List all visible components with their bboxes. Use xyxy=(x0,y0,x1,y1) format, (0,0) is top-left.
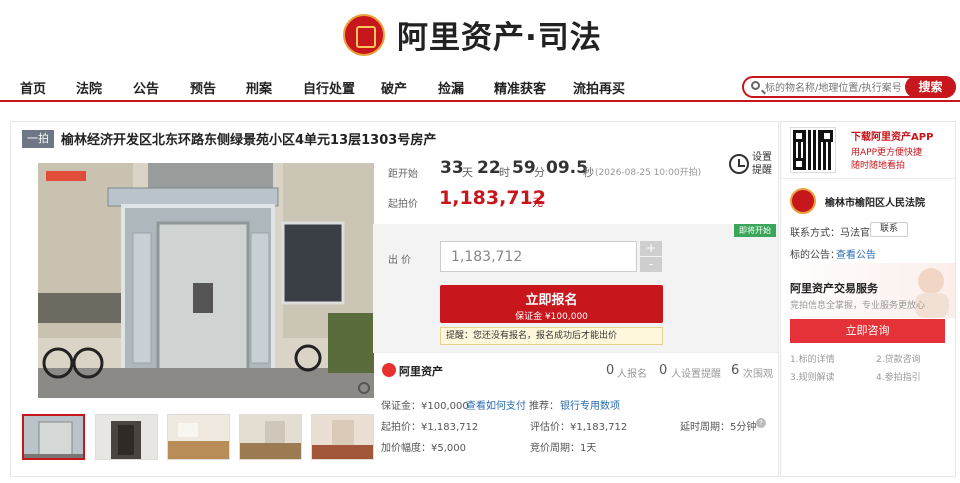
qr-corner xyxy=(793,158,805,170)
thumbnail-1[interactable] xyxy=(22,414,85,460)
ali-asset-logo-icon xyxy=(382,363,396,377)
register-now-label: 立即报名 xyxy=(525,293,578,308)
brand-name: 阿里资产 xyxy=(399,365,443,378)
registrations-count: 0 xyxy=(606,363,615,378)
thumbnail-2[interactable] xyxy=(95,414,158,460)
views-count: 6 xyxy=(731,363,740,378)
nav-item-notice[interactable]: 公告 xyxy=(133,78,159,97)
auction-period-detail: 竞价周期：1天 xyxy=(530,443,597,454)
thumbnail-5[interactable] xyxy=(311,414,374,460)
increment-detail: 加价幅度：¥5,000 xyxy=(381,443,466,454)
consult-now-button[interactable]: 立即咨询 xyxy=(790,319,945,343)
nav-item-self-disposal[interactable]: 自行处置 xyxy=(303,78,355,97)
alarm-clock-icon[interactable] xyxy=(729,154,749,174)
search-input[interactable] xyxy=(765,80,905,96)
header: 阿里资产·司法 xyxy=(0,0,960,70)
building-entrance-image xyxy=(38,163,374,398)
faq-item-loan[interactable]: 2.贷款咨询 xyxy=(876,352,921,365)
nav-item-leads[interactable]: 精准获客 xyxy=(494,78,546,97)
register-tip: 提醒：您还没有报名，报名成功后才能出价 xyxy=(440,327,663,345)
promo-subtitle: 竞拍信息全掌握，专业服务更放心 xyxy=(790,301,926,311)
deposit-detail: 保证金：¥100,000 xyxy=(381,401,469,412)
increase-bid-button[interactable]: + xyxy=(640,241,662,256)
logo-text: 阿里资产·司法 xyxy=(397,20,602,56)
item-title: 榆林经济开发区北东环路东侧绿景苑小区4单元13层1303号房产 xyxy=(61,133,437,148)
decrease-bid-button[interactable]: - xyxy=(640,257,662,272)
search-icon xyxy=(751,81,760,90)
main-photo[interactable] xyxy=(38,163,374,398)
countdown-minutes: 59 xyxy=(512,158,536,178)
delay-period-detail: 延时周期：5分钟 xyxy=(680,422,757,433)
nav-item-criminal[interactable]: 刑案 xyxy=(246,78,272,97)
search-button[interactable]: 搜索 xyxy=(905,76,956,98)
nav-item-preview[interactable]: 预告 xyxy=(190,78,216,97)
countdown-days: 33 xyxy=(440,158,464,178)
assessed-price-detail: 评估价：¥1,183,712 xyxy=(530,422,628,433)
coming-soon-badge: 即将开始 xyxy=(734,224,776,237)
search-box: 搜索 xyxy=(742,76,956,98)
faq-item-guide[interactable]: 4.参拍指引 xyxy=(876,370,921,383)
countdown-hours: 22 xyxy=(477,158,501,178)
nav-item-bankruptcy[interactable]: 破产 xyxy=(381,78,407,97)
view-notice-link[interactable]: 查看公告 xyxy=(836,246,876,261)
zoom-icon[interactable] xyxy=(358,382,370,394)
how-to-pay-link[interactable]: 查看如何支付 xyxy=(466,397,526,412)
set-reminder-link[interactable]: 设置提醒 xyxy=(752,151,776,177)
countdown-minute-unit: 分 xyxy=(534,166,545,179)
nav-item-home[interactable]: 首页 xyxy=(20,78,46,97)
faq-item-rules[interactable]: 3.规则解读 xyxy=(790,370,835,383)
recommend-label: 推荐： xyxy=(529,401,559,412)
countdown-seconds: 09.5 xyxy=(546,158,588,178)
faq-item-details[interactable]: 1.标的详情 xyxy=(790,352,835,365)
notice-label: 标的公告： xyxy=(790,250,840,261)
contact-button[interactable]: 联系 xyxy=(870,222,908,237)
auction-start-time: (2026-08-25 10:00开拍) xyxy=(595,168,702,178)
register-now-button[interactable]: 立即报名 保证金 ¥100,000 xyxy=(440,285,663,323)
nav-item-rebuy[interactable]: 流拍再买 xyxy=(573,78,625,97)
start-price-label: 起拍价 xyxy=(388,199,418,210)
reminders-count: 0 xyxy=(659,363,668,378)
promo-title: 阿里资产交易服务 xyxy=(790,282,878,295)
start-price-unit: 元 xyxy=(532,196,543,209)
court-emblem-icon xyxy=(343,13,385,56)
countdown-label: 距开始 xyxy=(388,169,418,180)
app-download-sub2: 随时随地看拍 xyxy=(851,161,906,171)
thumbnail-3[interactable] xyxy=(167,414,230,460)
auction-stage-badge: 一拍 xyxy=(22,130,54,148)
help-icon[interactable]: ? xyxy=(756,418,766,428)
site-logo[interactable]: 阿里资产·司法 xyxy=(343,12,602,57)
nav-item-bargain[interactable]: 捡漏 xyxy=(438,78,464,97)
contact-label: 联系方式：马法官 xyxy=(790,228,870,239)
bank-loan-link[interactable]: 银行专用数项 xyxy=(560,397,620,412)
views-label: 次围观 xyxy=(743,369,773,380)
start-price-detail: 起拍价：¥1,183,712 xyxy=(381,422,479,433)
app-download-title[interactable]: 下载阿里资产APP xyxy=(851,128,933,143)
nav-item-court[interactable]: 法院 xyxy=(76,78,102,97)
start-price-value: 1,183,712 xyxy=(439,187,546,209)
registrations-label: 人报名 xyxy=(617,369,647,380)
bid-amount-input[interactable]: 1,183,712 xyxy=(440,241,637,272)
divider xyxy=(781,178,955,179)
thumbnail-4[interactable] xyxy=(239,414,302,460)
countdown-day-unit: 天 xyxy=(462,166,473,179)
countdown-hour-unit: 时 xyxy=(499,166,510,179)
court-name[interactable]: 榆林市榆阳区人民法院 xyxy=(825,194,925,209)
app-download-sub1: 用APP更方便快捷 xyxy=(851,148,923,158)
reminders-label: 人设置提醒 xyxy=(671,369,721,380)
court-emblem-icon xyxy=(790,188,816,214)
bid-label: 出 价 xyxy=(388,255,412,266)
qr-corner xyxy=(821,130,833,142)
qr-corner xyxy=(793,130,805,142)
countdown-second-unit: 秒 xyxy=(583,166,594,179)
deposit-label: 保证金 ¥100,000 xyxy=(515,312,588,322)
app-qr-code xyxy=(790,127,836,173)
